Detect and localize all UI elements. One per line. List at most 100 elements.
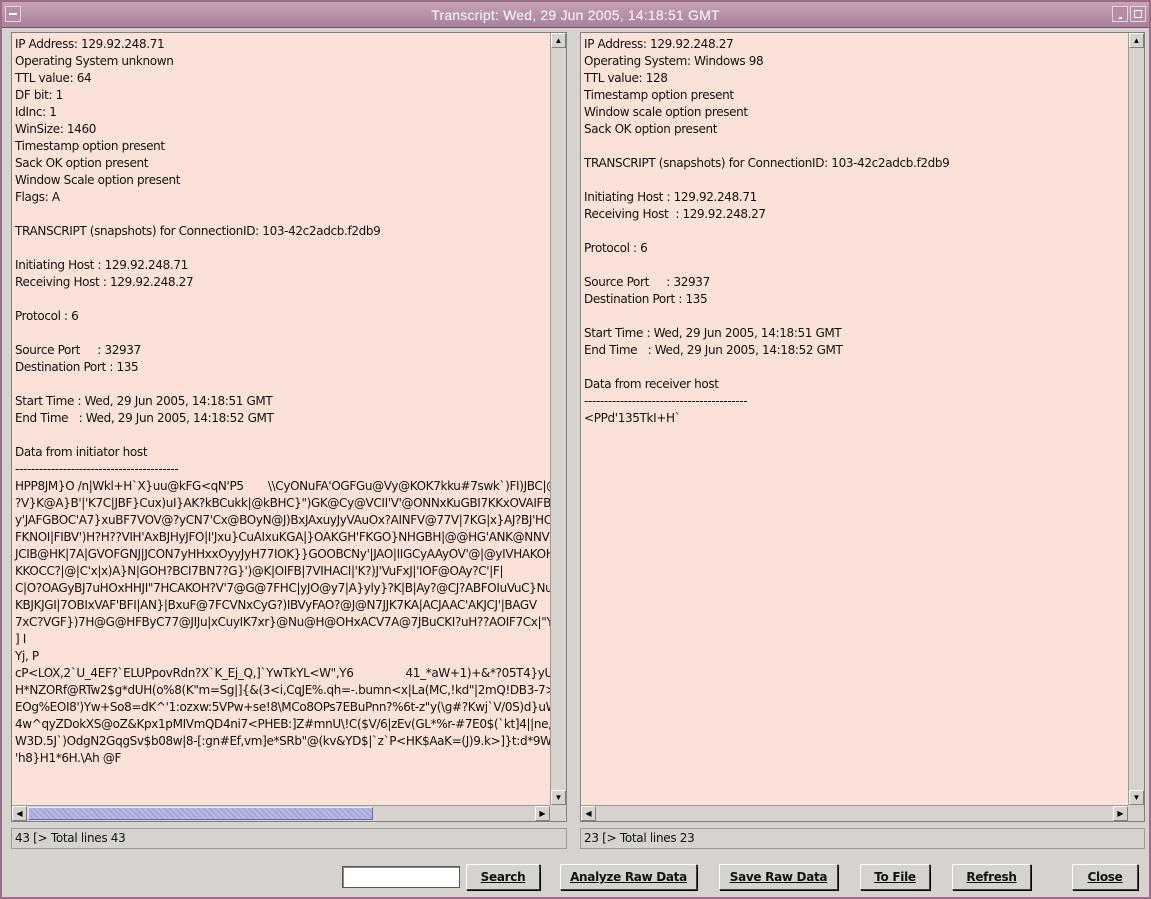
scroll-up-arrow-icon[interactable]: ▲	[551, 33, 566, 48]
transcript-line: 'h8}H1*6H.\Ah @F	[15, 751, 122, 765]
title-bar[interactable]: Transcript: Wed, 29 Jun 2005, 14:18:51 G…	[2, 2, 1149, 28]
transcript-line: IdInc: 1	[15, 105, 57, 119]
transcript-line: EOg%EOI8')Yw+So8=dK^'1:ozxw:5VPw+se!8\MC…	[15, 700, 550, 714]
transcript-line: Start Time : Wed, 29 Jun 2005, 14:18:51 …	[15, 394, 273, 408]
transcript-window: Transcript: Wed, 29 Jun 2005, 14:18:51 G…	[0, 0, 1151, 899]
transcript-line: Operating System unknown	[15, 54, 174, 68]
transcript-line	[15, 376, 550, 393]
transcript-line: HPP8JM}O /n|Wkl+H`X}uu@kFG<qN'P5 \\CyONu…	[15, 479, 550, 493]
scroll-left-arrow-icon[interactable]: ◀	[12, 806, 27, 821]
transcript-line: Receiving Host : 129.92.248.27	[584, 207, 766, 221]
transcript-line: Sack OK option present	[584, 122, 718, 136]
analyze-button-label: Analyze Raw Data	[570, 870, 687, 884]
transcript-line: ?V}K@A}B'|'K7C|JBF}Cux)uI}AK?kBCukk|@kBH…	[15, 496, 550, 510]
transcript-line: Protocol : 6	[584, 241, 648, 255]
scroll-up-arrow-icon[interactable]: ▲	[1129, 33, 1144, 48]
scroll-down-arrow-icon[interactable]: ▼	[551, 790, 566, 805]
transcript-line: Window Scale option present	[15, 173, 181, 187]
transcript-line: KBJKJGI|7OBIxVAF'BFI|AN}|BxuF@7FCVNxCyG?…	[15, 598, 537, 612]
search-input[interactable]	[342, 866, 460, 888]
transcript-line: End Time : Wed, 29 Jun 2005, 14:18:52 GM…	[584, 343, 843, 357]
transcript-line	[15, 291, 550, 308]
transcript-line	[15, 325, 550, 342]
transcript-line: IP Address: 129.92.248.71	[15, 37, 165, 51]
save-button-label: Save Raw Data	[729, 870, 828, 884]
transcript-line: Data from initiator host	[15, 445, 148, 459]
initiator-status-bar: 43 [> Total lines 43	[11, 828, 567, 849]
transcript-line: Source Port : 32937	[584, 275, 710, 289]
transcript-line: <PPd'135TkI+H`	[584, 411, 681, 425]
close-button[interactable]: Close	[1072, 864, 1138, 890]
transcript-line: cP<LOX,2`U_4EF?`ELUPpovRdn?X`K_Ej_Q,]`Yw…	[15, 666, 550, 680]
transcript-line	[15, 427, 550, 444]
transcript-line: TRANSCRIPT (snapshots) for ConnectionID:…	[584, 156, 950, 170]
transcript-line: Data from receiver host	[584, 377, 719, 391]
receiver-horizontal-scrollbar[interactable]: ◀ ▶	[581, 805, 1128, 821]
transcript-line: Protocol : 6	[15, 309, 79, 323]
initiator-transcript-text[interactable]: IP Address: 129.92.248.71 Operating Syste…	[12, 33, 550, 805]
transcript-line: Timestamp option present	[584, 88, 734, 102]
scroll-right-arrow-icon[interactable]: ▶	[1113, 806, 1128, 821]
scroll-left-arrow-icon[interactable]: ◀	[581, 806, 596, 821]
transcript-line: Operating System: Windows 98	[584, 54, 764, 68]
search-button[interactable]: Search	[466, 864, 540, 890]
maximize-icon[interactable]	[1130, 6, 1146, 22]
transcript-line	[584, 172, 1128, 189]
refresh-button-label: Refresh	[966, 870, 1017, 884]
transcript-line	[584, 308, 1128, 325]
scroll-right-arrow-icon[interactable]: ▶	[535, 806, 550, 821]
transcript-line: Timestamp option present	[15, 139, 165, 153]
transcript-line: 4w^qyZDokXS@oZ&Kpx1pMIVmQD4ni7<PHEB:]Z#m…	[15, 717, 550, 731]
transcript-line: KKOCC?|@|C'x|x)A}N|GOH?BCI7BN7?G}')@K|OI…	[15, 564, 504, 578]
transcript-line: Window scale option present	[584, 105, 748, 119]
initiator-horizontal-scrollbar[interactable]: ◀ ▶	[12, 805, 550, 821]
save-raw-data-button[interactable]: Save Raw Data	[719, 864, 838, 890]
transcript-line: Initiating Host : 129.92.248.71	[584, 190, 757, 204]
scroll-corner	[550, 805, 566, 821]
scroll-down-arrow-icon[interactable]: ▼	[1129, 790, 1144, 805]
transcript-line: Destination Port : 135	[584, 292, 708, 306]
transcript-line: H*NZORf@RTw2$g*dUH(o%8(K"m=Sg|]{&(3<i,Cq…	[15, 683, 550, 697]
to-file-button-label: To File	[874, 870, 916, 884]
transcript-line: Sack OK option present	[15, 156, 149, 170]
transcript-line: Source Port : 32937	[15, 343, 141, 357]
scroll-corner	[1128, 805, 1144, 821]
minimize-icon[interactable]	[1112, 6, 1128, 22]
transcript-line	[584, 223, 1128, 240]
transcript-line: TRANSCRIPT (snapshots) for ConnectionID:…	[15, 224, 381, 238]
receiver-transcript-text[interactable]: IP Address: 129.92.248.27 Operating Syste…	[581, 33, 1128, 805]
transcript-line: Flags: A	[15, 190, 60, 204]
receiver-vertical-scrollbar[interactable]: ▲ ▼	[1128, 33, 1144, 805]
transcript-line	[15, 240, 550, 257]
transcript-line: TTL value: 128	[584, 71, 668, 85]
transcript-line	[584, 257, 1128, 274]
receiver-transcript-pane[interactable]: IP Address: 129.92.248.27 Operating Syste…	[580, 32, 1145, 822]
window-menu-icon[interactable]	[5, 6, 21, 22]
transcript-line: JCIB@HK|7A|GVOFGNJ|JCON7yHHxxOyyJyH77IOK…	[15, 547, 550, 561]
transcript-line	[584, 359, 1128, 376]
initiator-transcript-pane[interactable]: IP Address: 129.92.248.71 Operating Syste…	[11, 32, 567, 822]
transcript-line: y'JAFGBOC'A7}xuBF7VOV@?yCN7'Cx@BOyN@J)Bx…	[15, 513, 550, 527]
transcript-line: DF bit: 1	[15, 88, 63, 102]
transcript-line: W3D.5J`)OdgN2GqgSv$b08w|8-[:gn#Ef,vm]e*S…	[15, 734, 550, 748]
initiator-vertical-scrollbar[interactable]: ▲ ▼	[550, 33, 566, 805]
receiver-status-bar: 23 [> Total lines 23	[580, 828, 1145, 849]
to-file-button[interactable]: To File	[860, 864, 930, 890]
transcript-line: 7xC?VGF})7H@G@HFByC77@JIJu|xCuyIK7xr}@Nu…	[15, 615, 550, 629]
analyze-raw-data-button[interactable]: Analyze Raw Data	[560, 864, 697, 890]
horizontal-scroll-thumb[interactable]	[28, 807, 373, 820]
transcript-line: Receiving Host : 129.92.248.27	[15, 275, 194, 289]
transcript-line: Destination Port : 135	[15, 360, 139, 374]
transcript-line: Yj, P	[15, 649, 39, 663]
transcript-line: Start Time : Wed, 29 Jun 2005, 14:18:51 …	[584, 326, 842, 340]
close-button-label: Close	[1087, 870, 1123, 884]
transcript-line: TTL value: 64	[15, 71, 92, 85]
window-title: Transcript: Wed, 29 Jun 2005, 14:18:51 G…	[431, 6, 720, 23]
transcript-line	[15, 206, 550, 223]
transcript-line: Initiating Host : 129.92.248.71	[15, 258, 188, 272]
transcript-line	[584, 138, 1128, 155]
transcript-line: WinSize: 1460	[15, 122, 97, 136]
transcript-line: End Time : Wed, 29 Jun 2005, 14:18:52 GM…	[15, 411, 274, 425]
refresh-button[interactable]: Refresh	[952, 864, 1031, 890]
transcript-line: ----------------------------------------…	[15, 462, 179, 476]
